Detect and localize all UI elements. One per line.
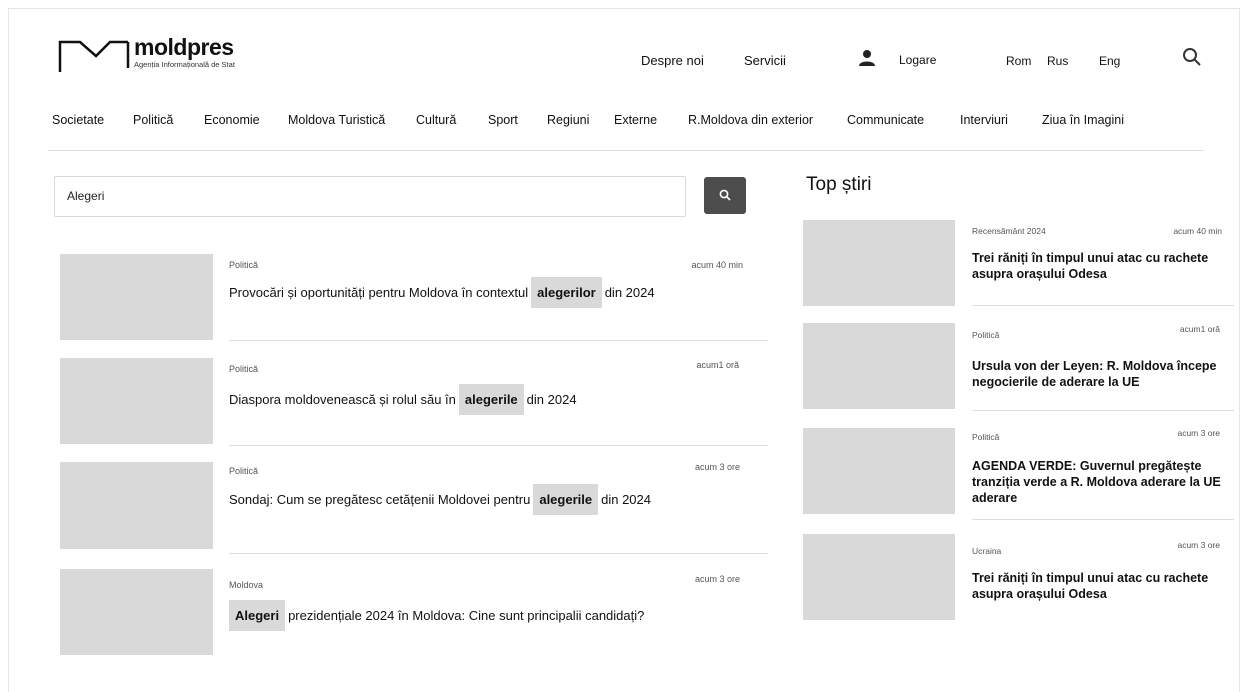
divider [972,519,1234,520]
nav-item-regiuni[interactable]: Regiuni [547,113,589,127]
nav-divider [48,150,1204,151]
article-thumbnail[interactable] [60,462,213,549]
search-highlight: Alegeri [229,600,286,631]
search-highlight: alegerile [533,484,599,515]
article-category[interactable]: Politică [229,466,258,476]
title-text: Sondaj: Cum se pregătesc cetățenii Moldo… [229,492,531,507]
site-logo[interactable]: moldpres Agenția Informațională de Stat [58,34,298,78]
article-category[interactable]: Moldova [229,580,263,590]
article-thumbnail[interactable] [60,358,213,444]
top-news-headline[interactable]: Ursula von der Leyen: R. Moldova începe … [972,358,1234,390]
brand-subtitle: Agenția Informațională de Stat [134,60,235,69]
search-input[interactable] [67,189,667,203]
divider [972,305,1234,306]
top-news-time: acum 40 min [1173,226,1222,236]
link-despre-noi[interactable]: Despre noi [641,53,704,68]
top-news-headline[interactable]: Trei răniți în timpul unui atac cu rache… [972,570,1228,602]
article-title[interactable]: Provocări și oportunități pentru Moldova… [229,277,655,308]
top-news-category[interactable]: Recensământ 2024 [972,226,1046,236]
title-text: din 2024 [601,492,651,507]
nav-item-sport[interactable]: Sport [488,113,518,127]
top-news-category[interactable]: Politică [972,432,999,442]
article-time: acum 3 ore [694,462,740,472]
divider [229,553,768,554]
divider [229,340,768,341]
title-text: din 2024 [526,392,577,407]
top-news-headline[interactable]: Trei răniți în timpul unui atac cu rache… [972,250,1228,282]
search-highlight: alegerilor [531,277,602,308]
brand-name: moldpres [134,34,234,60]
top-news-time: acum 3 ore [1177,540,1220,550]
search-button[interactable] [704,177,746,214]
article-category[interactable]: Politică [229,364,258,374]
top-news-thumbnail[interactable] [803,323,955,409]
nav-item-cultura[interactable]: Cultură [416,113,456,127]
top-news-time: acum1 oră [1179,324,1220,334]
lang-eng[interactable]: Eng [1099,54,1120,68]
article-time: acum 40 min [691,260,743,270]
nav-item-interviuri[interactable]: Interviuri [960,113,1008,127]
article-title[interactable]: Sondaj: Cum se pregătesc cetățenii Moldo… [229,484,651,515]
nav-item-rmoldova-din-exterior[interactable]: R.Moldova din exterior [688,113,813,127]
nav-item-politica[interactable]: Politică [133,113,173,127]
nav-item-societate[interactable]: Societate [52,113,104,127]
nav-item-ziua-in-imagini[interactable]: Ziua în Imagini [1042,113,1124,127]
title-text: prezidențiale 2024 în Moldova: Cine sunt… [288,608,645,623]
login-link[interactable]: Logare [899,53,936,67]
nav-item-communicate[interactable]: Communicate [847,113,924,127]
top-news-title: Top știri [806,174,872,195]
article-title[interactable]: Alegeri prezidențiale 2024 în Moldova: Ci… [226,600,645,631]
user-icon[interactable] [858,49,876,67]
title-text: Provocări și oportunități pentru Moldova… [229,285,529,300]
moldpres-logo-icon [58,40,130,72]
search-highlight: alegerile [458,384,524,415]
title-text: din 2024 [604,285,655,300]
article-time: acum1 oră [696,360,739,370]
divider [972,410,1234,411]
top-news-time: acum 3 ore [1177,428,1220,438]
top-news-headline[interactable]: AGENDA VERDE: Guvernul pregătește tranzi… [972,458,1224,506]
lang-rom[interactable]: Rom [1006,54,1031,68]
search-icon[interactable] [1182,47,1202,67]
article-thumbnail[interactable] [60,569,213,655]
article-category[interactable]: Politică [229,260,258,270]
search-box [54,176,686,217]
article-time: acum 3 ore [694,574,740,584]
lang-rus[interactable]: Rus [1047,54,1068,68]
divider [229,445,768,446]
top-news-thumbnail[interactable] [803,428,955,514]
top-news-thumbnail[interactable] [803,534,955,620]
top-news-category[interactable]: Politică [972,330,999,340]
top-news-category[interactable]: Ucraina [972,546,1001,556]
nav-item-economie[interactable]: Economie [204,113,260,127]
link-servicii[interactable]: Servicii [744,53,786,68]
nav-item-moldova-turistica[interactable]: Moldova Turistică [288,113,385,127]
article-thumbnail[interactable] [60,254,213,340]
article-title[interactable]: Diaspora moldovenească și rolul său în al… [229,384,577,415]
top-news-thumbnail[interactable] [803,220,955,306]
search-icon [719,189,731,201]
title-text: Diaspora moldovenească și rolul său în [229,392,456,407]
nav-item-externe[interactable]: Externe [614,113,657,127]
